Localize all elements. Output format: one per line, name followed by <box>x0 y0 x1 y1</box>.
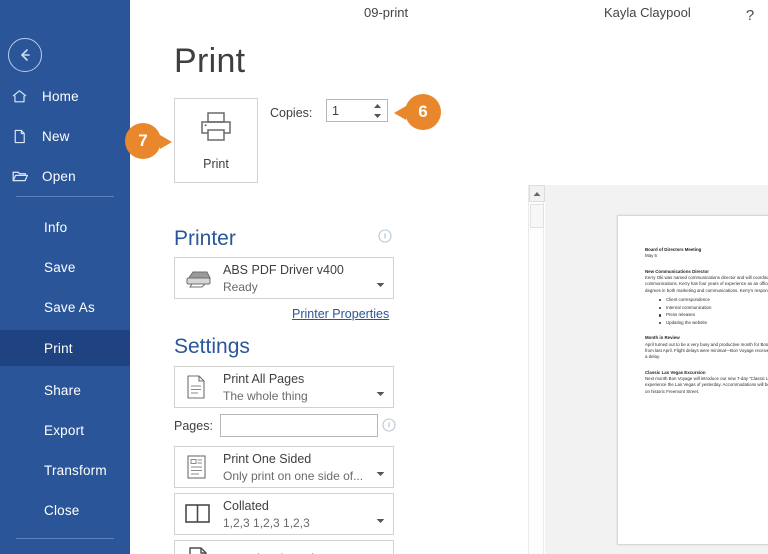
preview-document-content: Board of Directors Meeting May 6 New Com… <box>645 247 768 395</box>
pages-label: Pages: <box>174 419 213 433</box>
one-sided-icon <box>183 453 213 481</box>
print-sides-main: Print One Sided <box>223 451 312 466</box>
collation-select[interactable]: Collated 1,2,3 1,2,3 1,2,3 <box>174 493 394 535</box>
page-title: Print <box>174 42 246 80</box>
sidebar-item-open-label: Open <box>42 168 76 184</box>
doc-bullet-item: Press releases <box>659 311 768 319</box>
backstage-sidebar: Home New Open Info Save Save As Print Sh… <box>0 0 130 554</box>
sidebar-item-close[interactable]: Close <box>0 492 130 528</box>
callout-number: 7 <box>138 131 148 150</box>
printer-icon <box>198 110 234 149</box>
preview-page[interactable]: Board of Directors Meeting May 6 New Com… <box>617 215 768 545</box>
sidebar-item-transform[interactable]: Transform <box>0 452 130 488</box>
portrait-icon <box>183 545 213 554</box>
pages-info-icon[interactable] <box>382 418 396 432</box>
printer-device-icon <box>183 266 213 290</box>
sidebar-item-save-label: Save <box>44 259 76 275</box>
sidebar-item-share[interactable]: Share <box>0 372 130 408</box>
doc-section-paragraph: Kerry Oki was named communications direc… <box>645 274 768 293</box>
backstage-print-screen: Home New Open Info Save Save As Print Sh… <box>0 0 768 554</box>
chevron-down-icon[interactable] <box>376 511 385 523</box>
account-name[interactable]: Kayla Claypool <box>604 5 691 20</box>
title-bar: 09-print Kayla Claypool ? <box>130 0 768 30</box>
sidebar-item-export[interactable]: Export <box>0 412 130 448</box>
collation-main: Collated <box>223 498 269 513</box>
callout-marker-6: 6 <box>394 94 441 130</box>
print-range-select[interactable]: Print All Pages The whole thing <box>174 366 394 408</box>
sidebar-item-print-label: Print <box>44 340 73 356</box>
sidebar-item-home[interactable]: Home <box>0 78 130 114</box>
callout-tail <box>394 106 406 120</box>
sidebar-divider-bottom <box>16 538 114 539</box>
sidebar-item-close-label: Close <box>44 502 80 518</box>
sidebar-item-transform-label: Transform <box>44 462 107 478</box>
back-arrow-icon[interactable] <box>8 38 42 72</box>
sidebar-item-info-label: Info <box>44 219 68 235</box>
print-settings-column: Printer ABS PDF Driver v400 Ready Printe… <box>160 185 410 554</box>
print-button[interactable]: Print <box>174 98 258 183</box>
callout-tail <box>160 135 172 149</box>
backstage-body: Print Print Copies: 1 Printer ABS PDF Dr… <box>130 30 768 554</box>
scrollbar-thumb[interactable] <box>530 204 544 228</box>
sidebar-divider-top <box>16 196 114 197</box>
sidebar-item-export-label: Export <box>44 422 85 438</box>
chevron-down-icon[interactable] <box>376 275 385 287</box>
copies-label: Copies: <box>270 106 313 120</box>
doc-bullet-item: Client correspondence <box>659 296 768 304</box>
print-range-main: Print All Pages <box>223 371 305 386</box>
sidebar-item-save[interactable]: Save <box>0 249 130 285</box>
copies-decrement-button[interactable] <box>371 111 384 120</box>
document-title: 09-print <box>364 5 409 20</box>
printer-select[interactable]: ABS PDF Driver v400 Ready <box>174 257 394 299</box>
doc-bullet-item: Updating the website <box>659 319 768 327</box>
sidebar-item-open[interactable]: Open <box>0 158 130 194</box>
doc-section-paragraph: April turned out to be a very busy and p… <box>645 341 768 360</box>
print-sides-sub: Only print on one side of... <box>223 468 364 483</box>
printer-name: ABS PDF Driver v400 <box>223 262 344 277</box>
home-icon <box>11 88 41 105</box>
settings-scrollbar[interactable] <box>528 185 545 554</box>
sidebar-item-share-label: Share <box>44 382 82 398</box>
printer-info-icon[interactable] <box>378 229 392 243</box>
sidebar-item-home-label: Home <box>42 88 79 104</box>
copies-input[interactable] <box>327 100 371 121</box>
printer-section-heading: Printer <box>174 227 236 250</box>
callout-marker-7: 7 <box>125 123 172 159</box>
doc-section-paragraph: Next month Bon Voyage will introduce our… <box>645 376 768 394</box>
sidebar-item-save-as[interactable]: Save As <box>0 289 130 325</box>
doc-bullet-list: Client correspondence Internal communica… <box>659 296 768 326</box>
sidebar-item-print[interactable]: Print <box>0 330 130 366</box>
sidebar-item-save-as-label: Save As <box>44 299 95 315</box>
sidebar-item-new-label: New <box>42 128 70 144</box>
chevron-down-icon[interactable] <box>376 464 385 476</box>
sidebar-item-new[interactable]: New <box>0 118 130 154</box>
doc-bullet-item: Internal communication <box>659 304 768 312</box>
orientation-select[interactable]: Portrait Orientation <box>174 540 394 554</box>
sidebar-item-info[interactable]: Info <box>0 209 130 245</box>
open-folder-icon <box>11 167 41 185</box>
scroll-up-icon[interactable] <box>529 185 545 202</box>
pages-input[interactable] <box>220 414 378 437</box>
collation-sub: 1,2,3 1,2,3 1,2,3 <box>223 515 310 530</box>
new-document-icon <box>11 128 41 145</box>
copies-increment-button[interactable] <box>371 101 384 110</box>
printer-status: Ready <box>223 279 258 294</box>
collated-icon <box>183 501 213 527</box>
chevron-down-icon[interactable] <box>376 384 385 396</box>
callout-number: 6 <box>418 102 428 121</box>
print-button-label: Print <box>203 157 229 171</box>
help-button[interactable]: ? <box>736 0 764 30</box>
print-range-sub: The whole thing <box>223 388 308 403</box>
print-sides-select[interactable]: Print One Sided Only print on one side o… <box>174 446 394 488</box>
settings-section-heading: Settings <box>174 335 250 358</box>
pages-document-icon <box>183 373 213 401</box>
print-preview-pane: Board of Directors Meeting May 6 New Com… <box>545 185 768 554</box>
copies-stepper[interactable] <box>326 99 388 122</box>
printer-properties-link[interactable]: Printer Properties <box>292 307 389 321</box>
